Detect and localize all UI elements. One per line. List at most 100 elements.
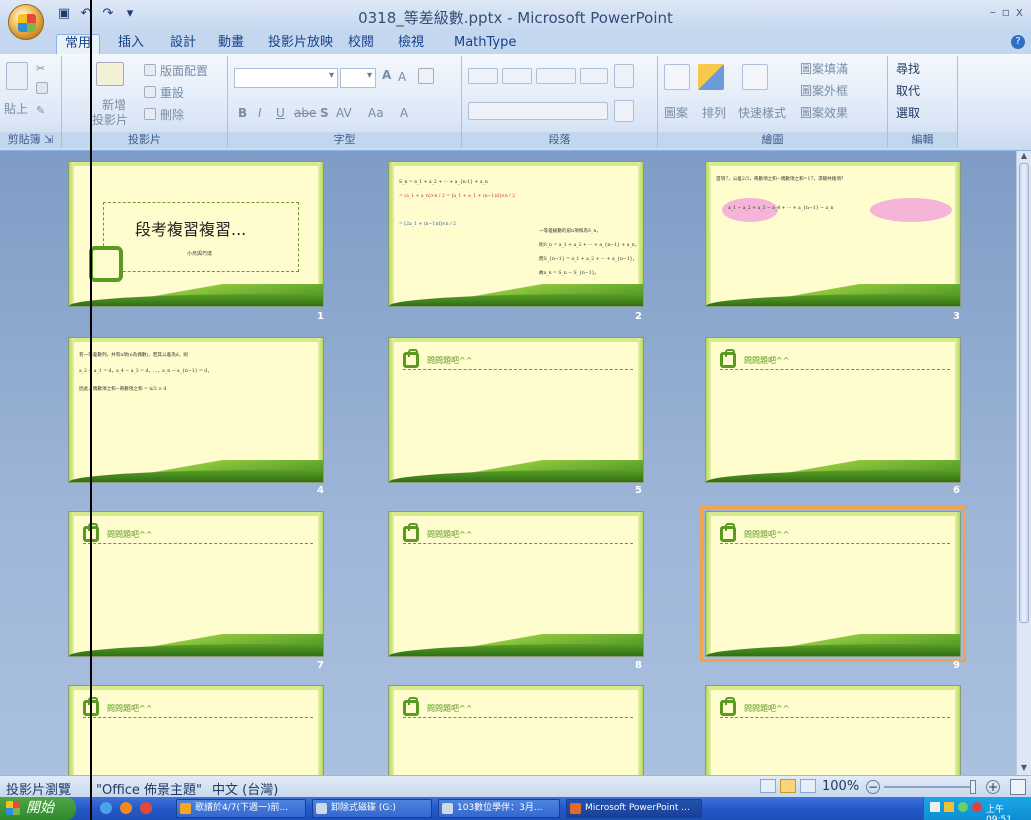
taskbar-item-1[interactable]: 歌譜於4/7(下週一)前...	[176, 799, 306, 818]
help-icon[interactable]: ?	[1011, 35, 1025, 49]
text-direction-icon[interactable]	[614, 64, 634, 88]
change-case-button[interactable]: Aa	[368, 106, 384, 120]
font-color-button[interactable]: A	[400, 106, 408, 120]
shape-effects-button[interactable]: 圖案效果	[800, 104, 848, 121]
minimize-button[interactable]: –	[990, 5, 996, 19]
shrink-font-button[interactable]: A	[398, 70, 406, 84]
tab-view[interactable]: 檢視	[390, 34, 432, 54]
font-name-combo[interactable]	[234, 68, 338, 88]
office-button[interactable]	[8, 4, 44, 40]
scroll-thumb[interactable]	[1019, 163, 1029, 623]
status-language[interactable]: 中文 (台灣)	[212, 779, 278, 798]
slide-thumbnail-8[interactable]: 問問題吧^^	[388, 511, 644, 657]
bold-button[interactable]: B	[238, 106, 247, 120]
tab-home[interactable]: 常用	[56, 34, 101, 54]
underline-button[interactable]: U	[276, 106, 285, 120]
replace-button[interactable]: 取代	[896, 82, 920, 99]
shapes-button[interactable]: 圖案	[664, 104, 688, 121]
find-button[interactable]: 尋找	[896, 60, 920, 77]
tab-insert[interactable]: 插入	[110, 34, 152, 54]
slide-thumbnail-5[interactable]: 問問題吧^^	[388, 337, 644, 483]
security-icon[interactable]	[972, 802, 982, 812]
quick-styles-icon[interactable]	[742, 64, 768, 90]
tab-animations[interactable]: 動畫	[210, 34, 252, 54]
tab-review[interactable]: 校閱	[340, 34, 382, 54]
normal-view-button[interactable]	[760, 779, 776, 793]
numbering-icon[interactable]	[502, 68, 532, 84]
char-spacing-button[interactable]: AV	[336, 106, 352, 120]
tab-mathtype[interactable]: MathType	[446, 34, 524, 54]
grow-font-button[interactable]: A	[382, 68, 391, 82]
help-tray-icon[interactable]	[944, 802, 954, 812]
shapes-icon[interactable]	[664, 64, 690, 90]
slide-sorter-view-button[interactable]	[780, 779, 796, 793]
taskbar-item-2[interactable]: 卸除式磁碟 (G:)	[312, 799, 432, 818]
tab-slideshow[interactable]: 投影片放映	[260, 34, 341, 54]
italic-button[interactable]: I	[258, 106, 262, 120]
scroll-up-icon[interactable]: ▲	[1018, 151, 1030, 163]
slide-thumbnail-6[interactable]: 問問題吧^^	[705, 337, 961, 483]
copy-icon[interactable]	[36, 82, 48, 94]
taskbar-item-4[interactable]: Microsoft PowerPoint ...	[566, 799, 702, 818]
font-size-combo[interactable]	[340, 68, 376, 88]
clock[interactable]: 上午 09:51	[986, 802, 1031, 820]
format-painter-icon[interactable]: ✎	[36, 104, 48, 117]
ie-icon[interactable]	[100, 802, 112, 814]
shape-outline-button[interactable]: 圖案外框	[800, 82, 848, 99]
zoom-slider-thumb[interactable]	[970, 780, 976, 794]
select-button[interactable]: 選取	[896, 104, 920, 121]
new-slide-label-2[interactable]: 投影片	[92, 111, 128, 128]
slide-thumbnail-4[interactable]: 有一等差數列，共有n項(n為偶數)，若其公差為d，則 a_2 − a_1 = d…	[68, 337, 324, 483]
slide-thumbnail-7[interactable]: 問問題吧^^	[68, 511, 324, 657]
network-icon[interactable]	[958, 802, 968, 812]
indent-icon[interactable]	[536, 68, 576, 84]
slide-thumbnail-3[interactable]: 首項7，公差2/3，奇數項之和−偶數項之和=17，求總共幾項？ a_1 − a_…	[705, 161, 961, 307]
delete-button[interactable]: 刪除	[160, 106, 184, 123]
reset-button[interactable]: 重設	[160, 84, 184, 101]
slide-thumbnail-2[interactable]: S_n = a_1 + a_2 + ··· + a_{n-1} + a_n = …	[388, 161, 644, 307]
paste-button[interactable]: 貼上	[4, 100, 28, 117]
tab-design[interactable]: 設計	[162, 34, 204, 54]
firefox-icon[interactable]	[120, 802, 132, 814]
reset-icon[interactable]	[144, 86, 156, 98]
smartart-icon[interactable]	[614, 100, 634, 122]
cut-icon[interactable]: ✂	[36, 62, 48, 75]
slide-2-line-3: = [2a_1 + (n−1)d]×n / 2	[399, 222, 456, 227]
slide-thumbnail-11[interactable]: 問問題吧^^	[388, 685, 644, 775]
zoom-in-icon[interactable]: +	[986, 780, 1000, 794]
zoom-slider[interactable]	[884, 786, 972, 788]
slide-thumbnail-10[interactable]: 問問題吧^^	[68, 685, 324, 775]
arrange-button[interactable]: 排列	[702, 104, 726, 121]
scroll-down-icon[interactable]: ▼	[1018, 763, 1030, 775]
keyboard-icon[interactable]	[930, 802, 940, 812]
clipboard-launcher-icon[interactable]: ⇲	[44, 133, 53, 146]
alignment-icon[interactable]	[468, 102, 608, 120]
clear-format-icon[interactable]	[418, 68, 434, 84]
slideshow-view-button[interactable]	[800, 779, 816, 793]
slide-thumbnail-12[interactable]: 問問題吧^^	[705, 685, 961, 775]
new-slide-icon[interactable]	[96, 62, 124, 86]
paste-icon[interactable]	[6, 62, 28, 90]
chrome-icon[interactable]	[140, 802, 152, 814]
arrange-icon[interactable]	[698, 64, 724, 90]
slide-thumbnail-9[interactable]: 問問題吧^^	[700, 506, 966, 662]
slide-thumbnail-1[interactable]: 段考複習複習... 小烏與巧達	[68, 161, 324, 307]
zoom-out-icon[interactable]: −	[866, 780, 880, 794]
line-spacing-icon[interactable]	[580, 68, 608, 84]
fit-window-icon[interactable]	[1010, 779, 1026, 795]
quick-styles-button[interactable]: 快速樣式	[738, 104, 786, 121]
restore-button[interactable]: ▫	[1002, 5, 1010, 19]
layout-icon[interactable]	[144, 64, 156, 76]
delete-icon[interactable]	[144, 108, 156, 120]
vertical-scrollbar[interactable]: ▲ ▼	[1016, 151, 1031, 775]
bullets-icon[interactable]	[468, 68, 498, 84]
strikethrough-button[interactable]: abe	[294, 106, 316, 120]
shape-fill-button[interactable]: 圖案填滿	[800, 60, 848, 77]
shadow-button[interactable]: S	[320, 106, 329, 120]
taskbar-item-3[interactable]: 103數位學伴：3月...	[438, 799, 560, 818]
start-button[interactable]: 開始	[0, 797, 76, 820]
layout-button[interactable]: 版面配置	[160, 62, 208, 79]
status-theme[interactable]: "Office 佈景主題"	[96, 779, 202, 798]
zoom-level[interactable]: 100%	[822, 779, 859, 794]
close-button[interactable]: x	[1016, 5, 1023, 19]
